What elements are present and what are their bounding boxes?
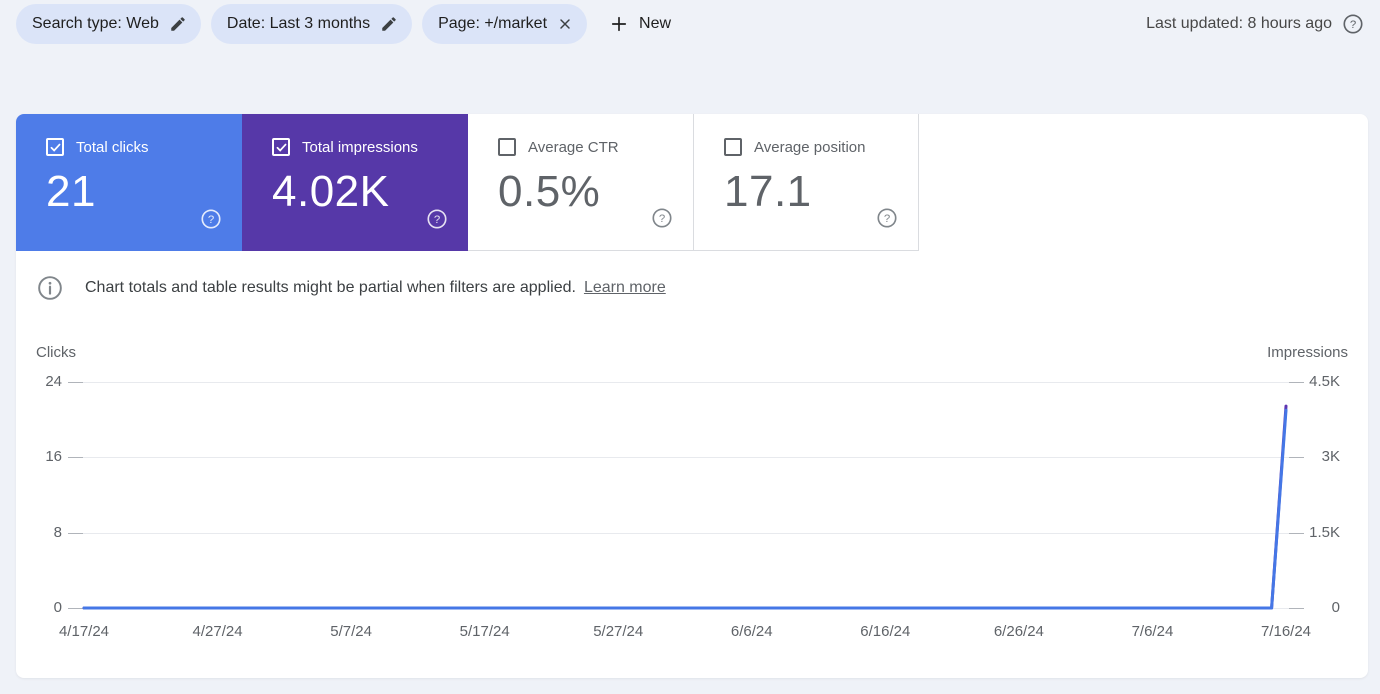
metric-value: 4.02K bbox=[272, 167, 390, 216]
metric-value: 21 bbox=[46, 167, 96, 216]
filter-bar: Search type: Web Date: Last 3 months Pag… bbox=[16, 4, 1364, 44]
help-icon[interactable]: ? bbox=[876, 207, 898, 234]
metric-card-total-clicks[interactable]: Total clicks 21 ? bbox=[16, 114, 242, 251]
average-position-checkbox[interactable] bbox=[724, 138, 742, 156]
help-icon[interactable]: ? bbox=[1342, 13, 1364, 35]
svg-text:?: ? bbox=[884, 213, 890, 225]
chip-label: Date: Last 3 months bbox=[226, 15, 371, 32]
svg-text:?: ? bbox=[659, 213, 665, 225]
metric-card-average-position[interactable]: Average position 17.1 ? bbox=[693, 114, 919, 251]
performance-panel: Total clicks 21 ? Total impressions 4.02… bbox=[16, 114, 1368, 678]
average-ctr-checkbox[interactable] bbox=[498, 138, 516, 156]
svg-text:?: ? bbox=[208, 214, 214, 226]
info-icon bbox=[37, 275, 63, 301]
new-filter-button[interactable]: New bbox=[601, 4, 679, 44]
metric-label: Average CTR bbox=[528, 138, 619, 156]
chip-label: Page: +/market bbox=[438, 15, 548, 32]
chart-line-impressions bbox=[82, 404, 1288, 610]
filter-chip-search-type[interactable]: Search type: Web bbox=[16, 4, 201, 44]
filter-chip-page[interactable]: Page: +/market bbox=[422, 4, 588, 44]
help-icon[interactable]: ? bbox=[200, 208, 222, 235]
metric-label: Total clicks bbox=[76, 138, 149, 156]
svg-text:?: ? bbox=[1350, 19, 1356, 31]
edit-icon[interactable] bbox=[380, 15, 398, 33]
metric-card-total-impressions[interactable]: Total impressions 4.02K ? bbox=[242, 114, 468, 251]
total-impressions-checkbox[interactable] bbox=[272, 138, 290, 156]
close-icon[interactable] bbox=[557, 16, 573, 32]
metrics-row: Total clicks 21 ? Total impressions 4.02… bbox=[16, 114, 1368, 251]
svg-text:?: ? bbox=[434, 214, 440, 226]
learn-more-link[interactable]: Learn more bbox=[584, 279, 666, 297]
filter-chip-date[interactable]: Date: Last 3 months bbox=[210, 4, 413, 44]
last-updated-text: Last updated: 8 hours ago bbox=[1146, 15, 1332, 32]
metric-card-average-ctr[interactable]: Average CTR 0.5% ? bbox=[468, 114, 693, 251]
metric-label: Average position bbox=[754, 138, 866, 156]
new-button-label: New bbox=[639, 15, 672, 32]
metric-label: Total impressions bbox=[302, 138, 418, 156]
chip-label: Search type: Web bbox=[32, 15, 159, 32]
notice-text: Chart totals and table results might be … bbox=[85, 279, 576, 296]
help-icon[interactable]: ? bbox=[426, 208, 448, 235]
plus-icon bbox=[611, 16, 627, 32]
total-clicks-checkbox[interactable] bbox=[46, 138, 64, 156]
chart-line-clicks bbox=[82, 408, 1288, 610]
performance-chart[interactable]: Clicks Impressions 24 4.5K 16 3K 8 1.5K 0 0 4/17… bbox=[16, 340, 1368, 646]
edit-icon[interactable] bbox=[169, 15, 187, 33]
filter-notice: Chart totals and table results might be … bbox=[16, 251, 1368, 311]
help-icon[interactable]: ? bbox=[651, 207, 673, 234]
chart-plot-area[interactable] bbox=[16, 340, 1368, 646]
